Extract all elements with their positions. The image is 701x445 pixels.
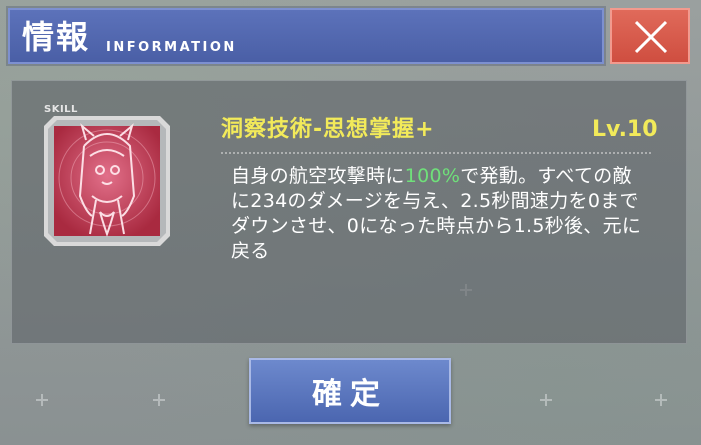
page-title: 情報 — [22, 18, 91, 56]
confirm-button[interactable]: 確定 — [249, 358, 451, 424]
close-button[interactable] — [610, 8, 690, 64]
background-plus-mark — [655, 394, 667, 406]
divider — [221, 152, 651, 154]
background-plus-mark — [153, 394, 165, 406]
description-text: 自身の航空攻撃時に — [231, 165, 405, 187]
skill-level: Lv.10 — [592, 117, 658, 142]
confirm-button-label: 確定 — [312, 377, 388, 412]
skill-name: 洞察技術-思想掌握+ — [221, 117, 435, 142]
page-subtitle: INFORMATION — [106, 40, 237, 55]
skill-icon-frame — [44, 116, 170, 246]
header-bar: 情報 INFORMATION — [8, 8, 604, 64]
background-plus-mark — [540, 394, 552, 406]
background-plus-mark — [36, 394, 48, 406]
character-portrait-icon — [44, 116, 170, 246]
close-x-icon — [634, 20, 668, 54]
description-highlight: 100% — [404, 165, 461, 187]
skill-description: 自身の航空攻撃時に100%で発動。すべての敵に234のダメージを与え、2.5秒間… — [231, 164, 651, 264]
skill-badge-label: SKILL — [44, 104, 78, 115]
